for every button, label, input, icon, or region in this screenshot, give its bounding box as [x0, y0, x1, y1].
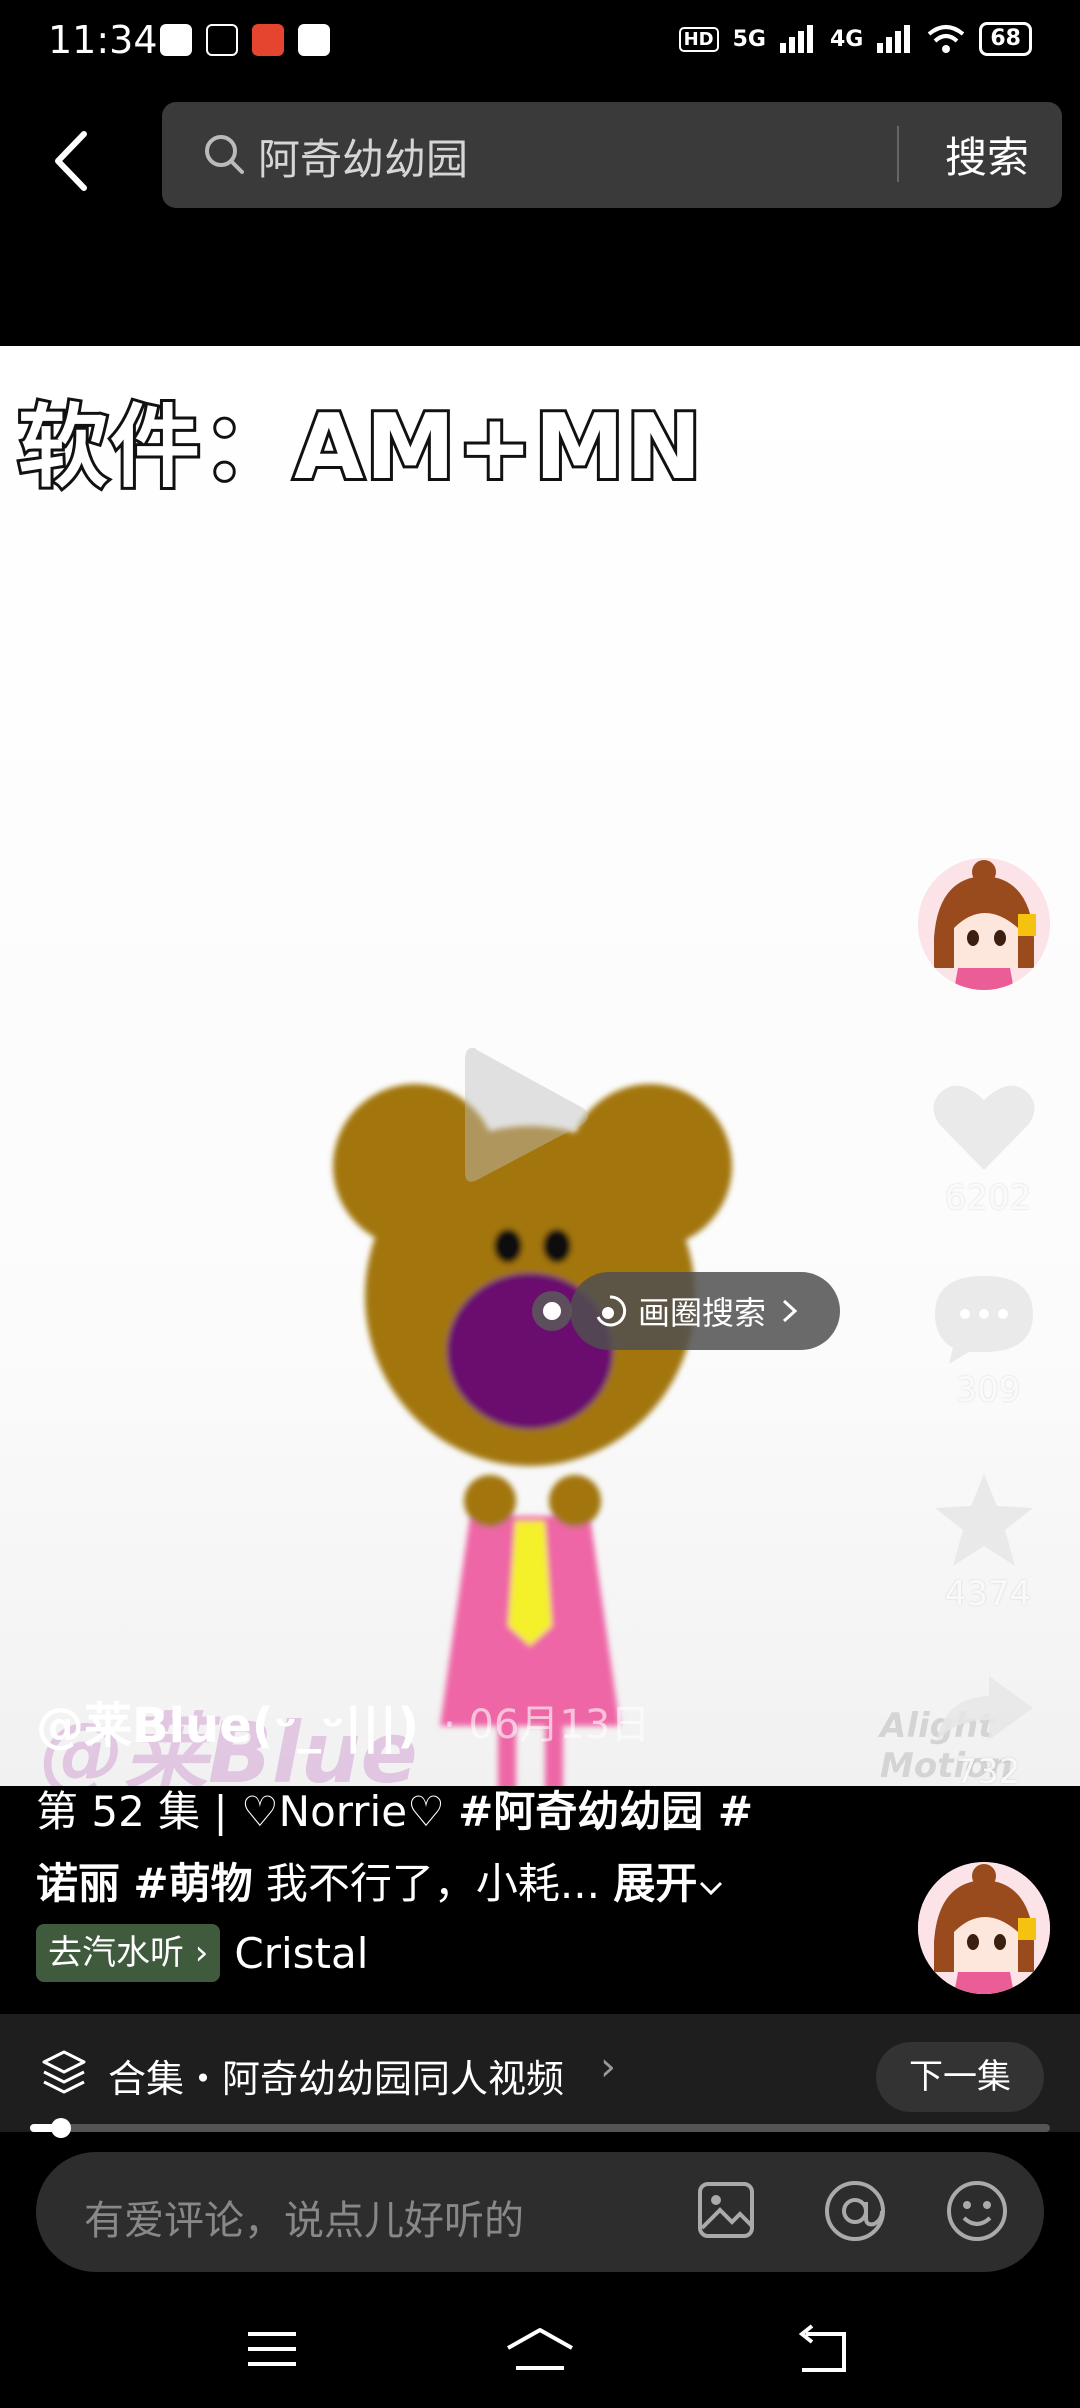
search-button[interactable]: 搜索	[922, 124, 1052, 185]
comment-bar[interactable]: 有爱评论，说点儿好听的	[36, 2152, 1044, 2272]
comment-bubble-icon	[935, 1276, 1033, 1364]
star-icon	[935, 1474, 1033, 1566]
chevron-left-icon	[55, 131, 87, 191]
hand-gesture-icon	[596, 1295, 627, 1327]
heart-icon	[933, 1085, 1035, 1170]
image-icon[interactable]	[694, 2178, 758, 2242]
top-bar: 阿奇幼幼园 搜索	[0, 86, 1080, 346]
hd-icon: HD	[678, 26, 719, 52]
author-line: @莱Blue(ᵕ_ᵕ|||) · 06月13日	[36, 1686, 650, 1756]
post-description[interactable]: 第 52 集 | ♡Norrie♡ #阿奇幼幼园 # 诺丽 #萌物 我不行了，小耗…	[36, 1776, 796, 1920]
system-nav-bar	[0, 2300, 1080, 2408]
chevron-right-icon: ›	[600, 2044, 616, 2090]
collection-bar[interactable]: 合集・阿奇幼幼园同人视频 › 下一集	[0, 2014, 1080, 2132]
at-mention-icon[interactable]	[822, 2178, 888, 2244]
hashtag-cont[interactable]: 诺丽	[36, 1859, 120, 1908]
network-4g-label: 4G	[830, 26, 864, 52]
post-date-value: 06月13日	[468, 1702, 651, 1748]
favorite-count: 4374	[944, 1574, 1032, 1614]
network-5g-label: 5G	[732, 26, 766, 52]
wifi-icon	[928, 25, 965, 53]
collection-label: 合集・阿奇幼幼园同人视频	[108, 2057, 565, 2101]
search-box[interactable]: 阿奇幼幼园 搜索	[162, 102, 1062, 208]
music-name[interactable]: Cristal	[234, 1929, 368, 1978]
music-disc-avatar[interactable]	[918, 1862, 1050, 1994]
game-notification-icon	[252, 24, 284, 56]
bear-character-illustration	[333, 1084, 732, 1786]
signal-icon	[780, 25, 813, 53]
hashtag[interactable]: #萌物	[133, 1859, 252, 1908]
expand-label: 展开	[613, 1859, 698, 1908]
video-caption: 软件：AM+MN	[15, 392, 705, 503]
status-indicators: HD 5G 4G 68	[678, 22, 1032, 56]
search-icon	[205, 135, 244, 174]
comment-count: 309	[955, 1370, 1021, 1410]
search-input[interactable]: 阿奇幼幼园	[258, 126, 938, 187]
author-avatar[interactable]	[918, 858, 1050, 990]
battery-indicator: 68	[979, 22, 1032, 56]
hashtag[interactable]: #阿奇幼幼园	[458, 1787, 703, 1836]
progress-thumb[interactable]	[50, 2118, 71, 2138]
action-rail: 6202 309 4374 732	[918, 858, 1058, 1792]
app-notification-icon	[160, 24, 192, 56]
menu-icon[interactable]	[242, 2324, 302, 2374]
expand-button[interactable]: 展开	[613, 1859, 725, 1908]
status-notification-icons	[160, 24, 330, 56]
video-progress-bar[interactable]	[30, 2118, 1050, 2138]
circle-search-label: 画圈搜索	[638, 1294, 767, 1332]
status-bar: 11:34 HD 5G 4G 68	[0, 0, 1080, 86]
like-count: 6202	[944, 1178, 1032, 1218]
anime-girl-avatar-icon	[918, 1862, 1050, 1994]
circle-search-dot	[532, 1291, 572, 1331]
chevron-right-icon	[783, 1299, 798, 1323]
post-date: · 06月13日	[443, 1702, 651, 1748]
play-icon[interactable]	[455, 1036, 595, 1196]
anime-girl-avatar-icon	[918, 858, 1050, 990]
share-count: 732	[955, 1752, 1021, 1792]
desc-text: 我不行了，小耗...	[252, 1859, 600, 1908]
desc-text: 第 52 集 | ♡Norrie♡	[36, 1787, 459, 1836]
next-episode-button[interactable]: 下一集	[876, 2042, 1044, 2112]
layers-icon	[42, 2050, 86, 2094]
circle-search-button[interactable]: 画圈搜索	[532, 1272, 840, 1350]
back-nav-icon[interactable]	[792, 2324, 852, 2380]
music-line[interactable]: 去汽水听 › Cristal	[36, 1924, 368, 1982]
music-badge[interactable]: 去汽水听 ›	[36, 1924, 221, 1982]
comment-input[interactable]: 有爱评论，说点儿好听的	[84, 2188, 524, 2246]
home-icon[interactable]	[502, 2324, 578, 2380]
like-button[interactable]: 6202	[918, 1078, 1058, 1218]
hashtag-start[interactable]: #	[703, 1787, 753, 1836]
author-name[interactable]: @莱Blue(ᵕ_ᵕ|||)	[36, 1686, 419, 1756]
favorite-button[interactable]: 4374	[918, 1470, 1058, 1614]
music-badge-label: 去汽水听	[48, 1933, 184, 1973]
comment-button[interactable]: 309	[918, 1270, 1058, 1410]
contact-notification-icon	[298, 24, 330, 56]
status-time: 11:34	[48, 18, 158, 62]
chevron-down-icon	[700, 1881, 723, 1896]
storage-notification-icon	[206, 24, 238, 56]
share-button[interactable]: 732	[918, 1668, 1058, 1792]
search-divider	[897, 126, 899, 182]
share-arrow-icon	[937, 1676, 1033, 1742]
emoji-icon[interactable]	[944, 2178, 1010, 2244]
signal-icon	[877, 25, 911, 53]
back-button[interactable]	[50, 126, 110, 206]
